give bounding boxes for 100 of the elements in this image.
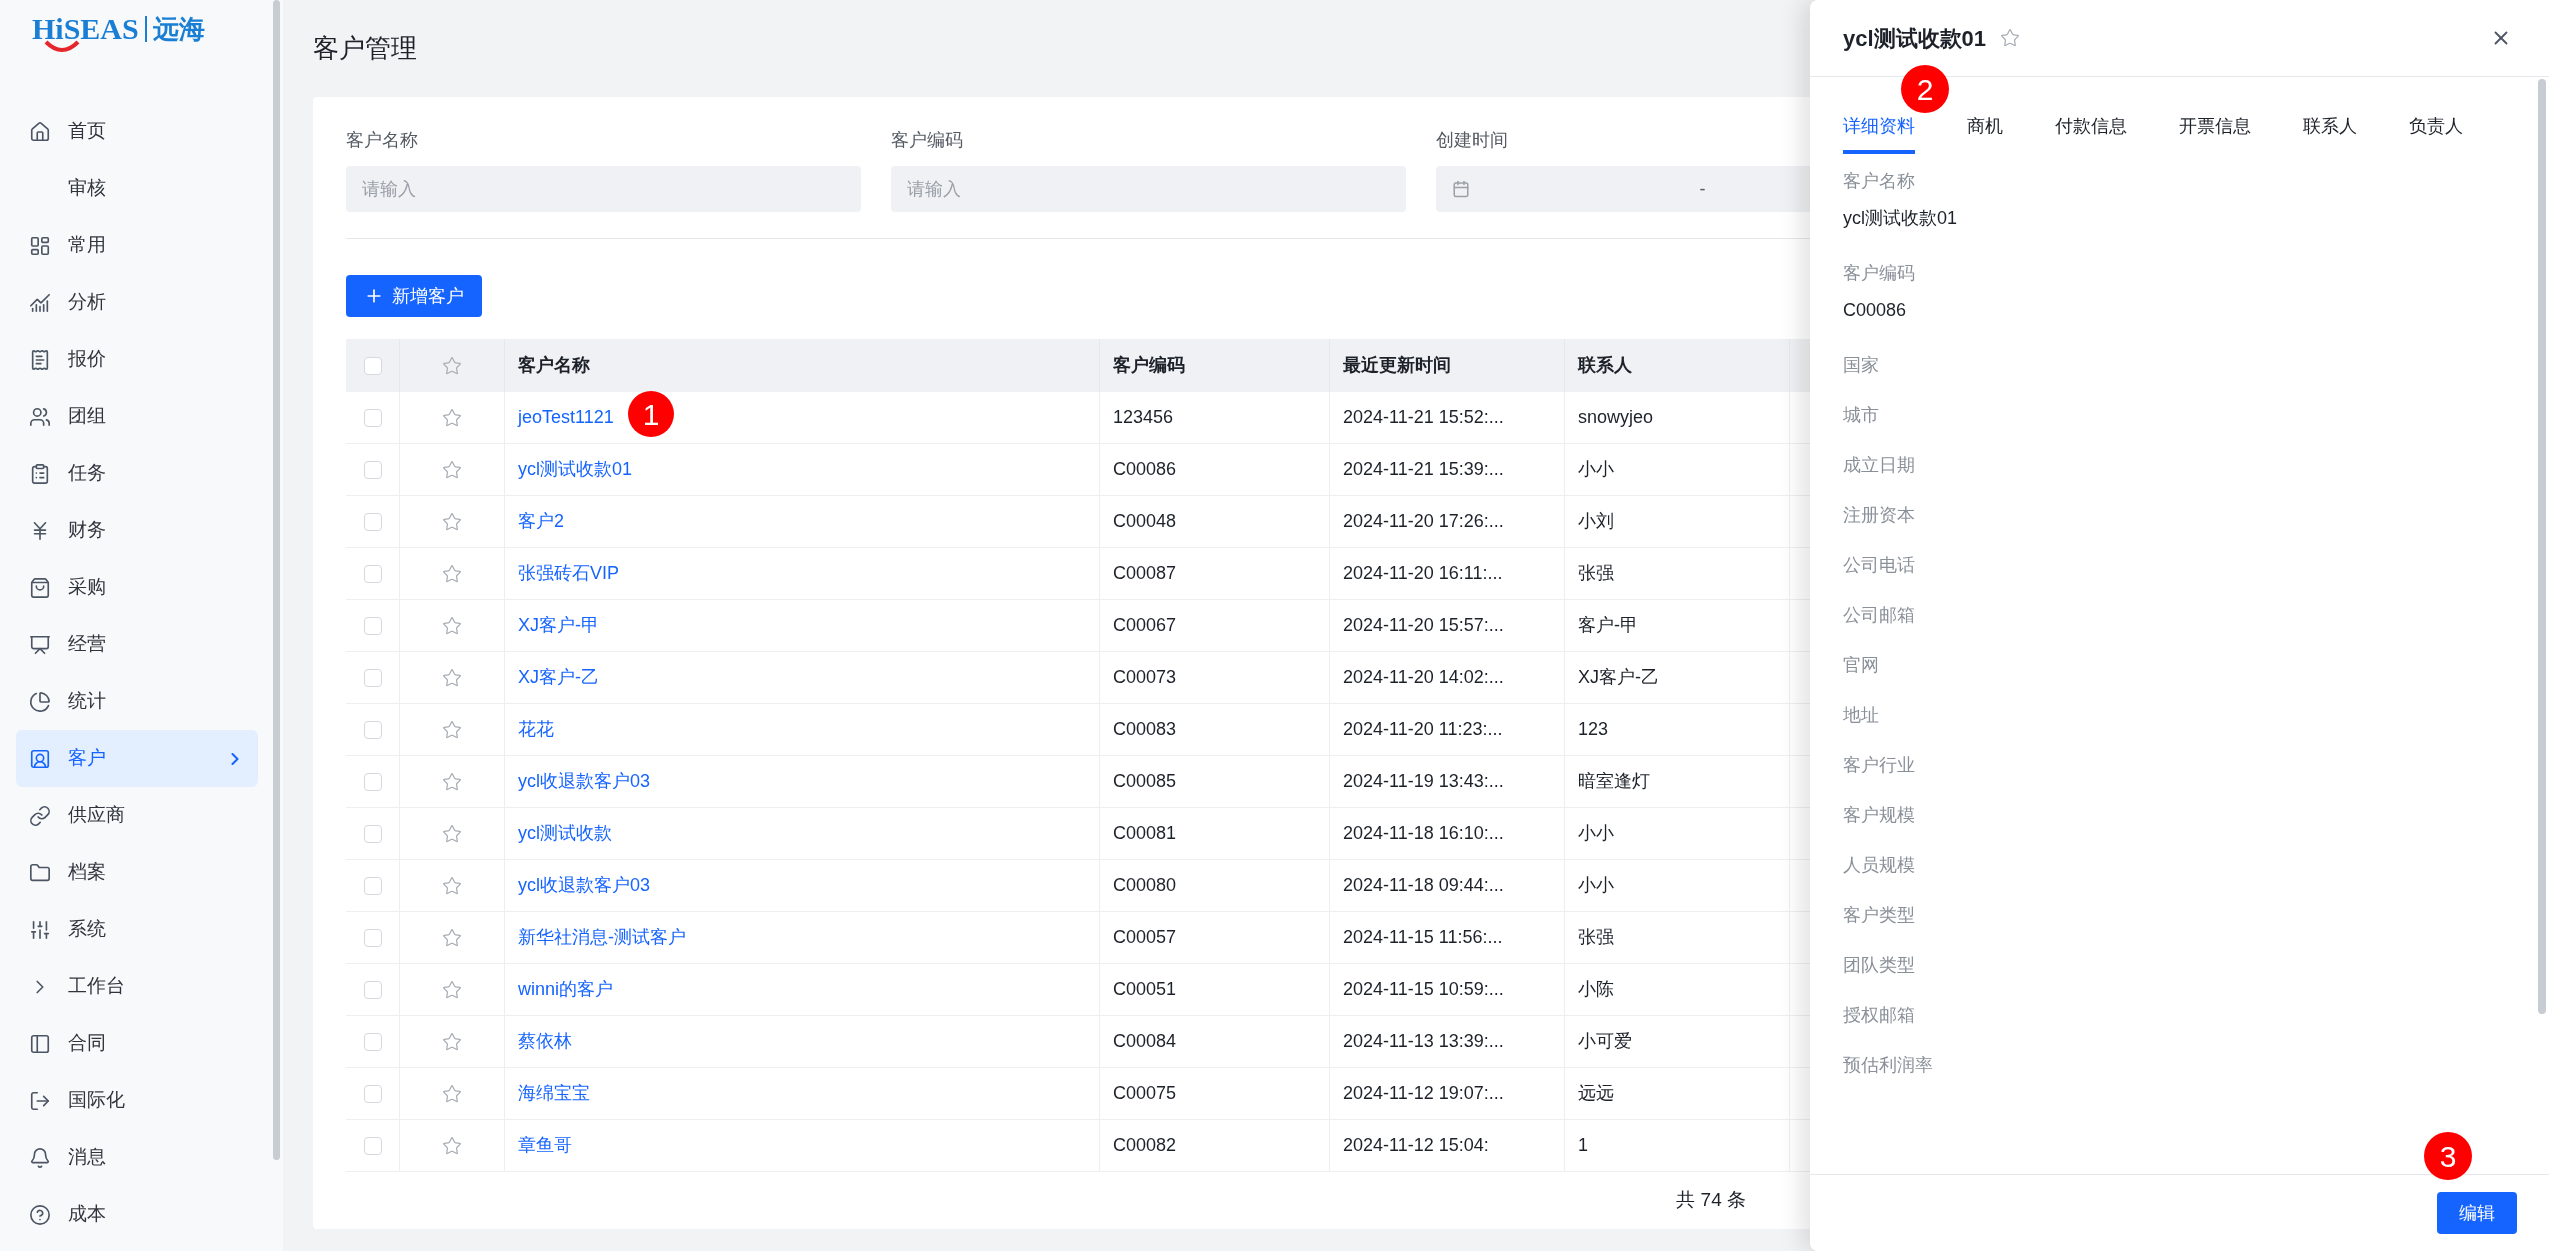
tab[interactable]: 联系人: [2303, 113, 2357, 154]
checkbox[interactable]: [363, 928, 382, 947]
sidebar-item[interactable]: 统计: [16, 673, 258, 730]
sidebar-item[interactable]: 审核: [16, 160, 258, 217]
star-icon[interactable]: [442, 1135, 462, 1156]
sidebar-item[interactable]: 常用: [16, 217, 258, 274]
pie-chart-icon: [29, 690, 51, 713]
grid-icon: [29, 234, 51, 257]
sidebar-item[interactable]: 系统: [16, 901, 258, 958]
star-icon[interactable]: [442, 771, 462, 792]
sidebar-item[interactable]: 档案: [16, 844, 258, 901]
customer-link[interactable]: 海绵宝宝: [518, 1080, 590, 1107]
customer-link[interactable]: ycl测试收款01: [518, 456, 633, 483]
tab[interactable]: 负责人: [2409, 113, 2463, 154]
star-icon[interactable]: [442, 1031, 462, 1052]
home-icon: [29, 120, 51, 143]
checkbox[interactable]: [363, 824, 382, 843]
table-cell-text: 2024-11-12 15:04:: [1343, 1134, 1489, 1157]
table-cell-text: C00067: [1113, 614, 1177, 637]
input-field[interactable]: 请输入: [891, 166, 1406, 212]
star-icon[interactable]: [442, 875, 462, 896]
checkbox[interactable]: [363, 772, 382, 791]
checkbox[interactable]: [363, 512, 382, 531]
tab[interactable]: 付款信息: [2055, 113, 2127, 154]
star-icon[interactable]: [442, 615, 462, 636]
add-customer-button[interactable]: 新增客户: [346, 275, 482, 317]
star-icon[interactable]: [442, 927, 462, 948]
sidebar-item[interactable]: 采购: [16, 559, 258, 616]
sidebar-item[interactable]: 任务: [16, 445, 258, 502]
table-cell-text: 2024-11-15 11:56:...: [1343, 926, 1503, 949]
table-cell-text: C00082: [1113, 1134, 1177, 1157]
star-icon[interactable]: [442, 407, 462, 428]
sidebar-item[interactable]: 消息: [16, 1129, 258, 1186]
star-icon[interactable]: [442, 667, 462, 688]
table-cell-text: C00057: [1113, 926, 1177, 949]
customer-link[interactable]: ycl收退款客户03: [518, 768, 651, 795]
customer-link[interactable]: 蔡依林: [518, 1028, 572, 1055]
tab[interactable]: 商机: [1967, 113, 2003, 154]
star-icon[interactable]: [442, 979, 462, 1000]
customer-link[interactable]: 章鱼哥: [518, 1132, 572, 1159]
scrollbar[interactable]: [2538, 79, 2546, 1014]
customer-link[interactable]: jeoTest1121: [518, 404, 614, 431]
star-icon[interactable]: [442, 511, 462, 532]
star-icon[interactable]: [442, 719, 462, 740]
checkbox[interactable]: [363, 876, 382, 895]
sidebar-item[interactable]: 报价: [16, 331, 258, 388]
edit-button[interactable]: 编辑: [2437, 1192, 2517, 1234]
sidebar-item[interactable]: 团组: [16, 388, 258, 445]
sidebar-item[interactable]: 工作台: [16, 958, 258, 1015]
star-icon[interactable]: [2000, 28, 2021, 48]
star-icon[interactable]: [442, 459, 462, 480]
checkbox[interactable]: [363, 616, 382, 635]
sidebar-item[interactable]: 分析: [16, 274, 258, 331]
customer-link[interactable]: 客户2: [518, 508, 564, 535]
customer-link[interactable]: ycl收退款客户03: [518, 872, 651, 899]
table-cell-text: C00084: [1113, 1030, 1177, 1053]
star-icon[interactable]: [442, 1083, 462, 1104]
customer-link[interactable]: XJ客户-乙: [518, 664, 599, 691]
sidebar-item[interactable]: 首页: [16, 103, 258, 160]
checkbox[interactable]: [363, 408, 382, 427]
tab[interactable]: 详细资料: [1843, 113, 1915, 154]
table-cell-text: C00085: [1113, 770, 1177, 793]
customer-link[interactable]: 新华社消息-测试客户: [518, 924, 686, 951]
star-icon[interactable]: [442, 823, 462, 844]
table-cell-text: 2024-11-13 13:39:...: [1343, 1030, 1504, 1053]
table-cell-text: 小小: [1578, 874, 1614, 897]
checkbox[interactable]: [363, 1032, 382, 1051]
sidebar-item[interactable]: 成本: [16, 1186, 258, 1243]
checkbox[interactable]: [363, 460, 382, 479]
input-field[interactable]: 请输入: [346, 166, 861, 212]
customer-link[interactable]: winni的客户: [518, 976, 614, 1003]
sidebar-item[interactable]: 合同: [16, 1015, 258, 1072]
table-cell-text: 暗室逢灯: [1578, 770, 1650, 793]
customer-link[interactable]: 张强砖石VIP: [518, 560, 619, 587]
sidebar-item[interactable]: 客户: [16, 730, 258, 787]
sidebar-item[interactable]: 供应商: [16, 787, 258, 844]
table-cell-text: 小小: [1578, 822, 1614, 845]
checkbox[interactable]: [363, 356, 382, 375]
star-icon: [442, 355, 462, 376]
sidebar-item[interactable]: 国际化: [16, 1072, 258, 1129]
sidebar-item[interactable]: 经营: [16, 616, 258, 673]
customer-link[interactable]: ycl测试收款: [518, 820, 612, 847]
checkbox[interactable]: [363, 980, 382, 999]
sidebar-item[interactable]: 财务: [16, 502, 258, 559]
column-header: 客户名称: [518, 354, 590, 377]
customer-link[interactable]: XJ客户-甲: [518, 612, 599, 639]
monitor-icon: [29, 633, 51, 656]
customer-link[interactable]: 花花: [518, 716, 554, 743]
star-icon[interactable]: [442, 563, 462, 584]
help-icon: [29, 1203, 51, 1226]
checkbox[interactable]: [363, 1136, 382, 1155]
table-cell-text: 张强: [1578, 926, 1614, 949]
checkbox[interactable]: [363, 1084, 382, 1103]
table-cell-text: 小可爱: [1578, 1030, 1632, 1053]
table-cell-text: 小刘: [1578, 510, 1614, 533]
checkbox[interactable]: [363, 564, 382, 583]
tab[interactable]: 开票信息: [2179, 113, 2251, 154]
checkbox[interactable]: [363, 720, 382, 739]
scrollbar[interactable]: [273, 0, 280, 1160]
checkbox[interactable]: [363, 668, 382, 687]
